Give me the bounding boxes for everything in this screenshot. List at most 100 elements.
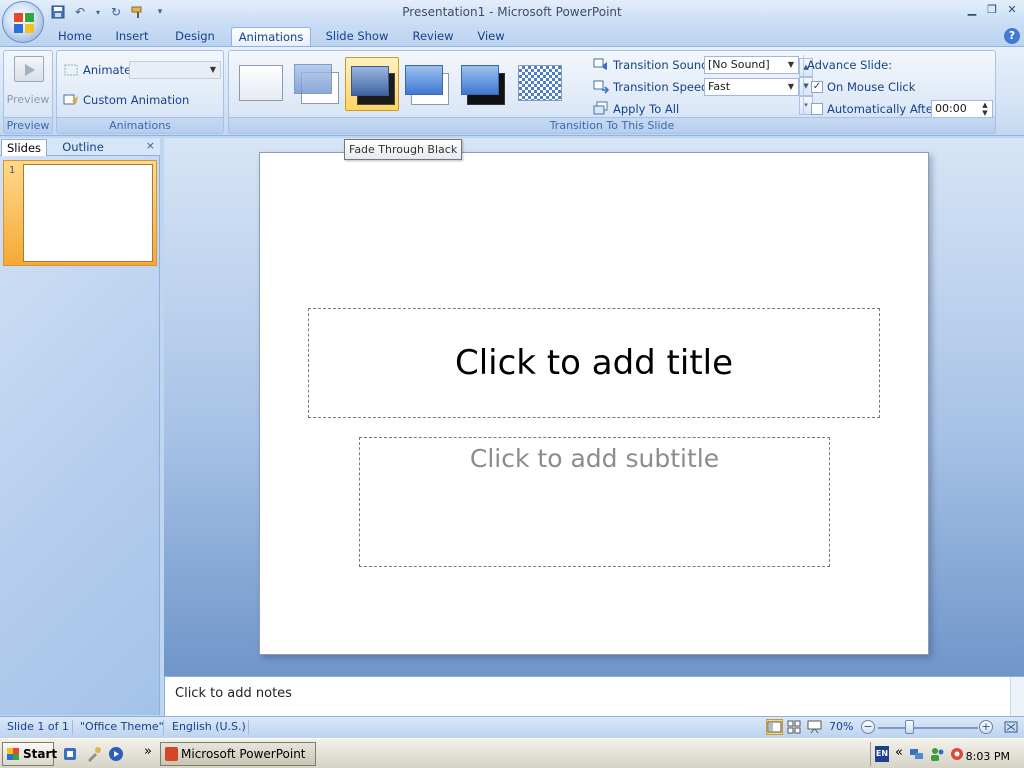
animate-select[interactable]: ▼ xyxy=(129,61,221,79)
language-indicator[interactable]: EN xyxy=(875,746,889,762)
transition-speed-select[interactable]: Fast ▼ xyxy=(704,78,799,96)
tab-home[interactable]: Home xyxy=(52,27,98,47)
office-button[interactable] xyxy=(2,1,44,43)
ribbon: Preview Preview Animate ▼ Custom Animati… xyxy=(0,46,1024,136)
tab-view[interactable]: View xyxy=(470,27,512,47)
tab-outline[interactable]: Outline xyxy=(55,139,111,156)
transition-speed-label-row: Transition Speed xyxy=(593,77,708,97)
title-placeholder[interactable]: Click to add title xyxy=(308,308,880,418)
automatically-after-time-input[interactable]: 00:00 ▲ ▼ xyxy=(931,100,993,118)
transition-speed-label: Transition Speed xyxy=(613,80,709,94)
on-mouse-click-label: On Mouse Click xyxy=(827,80,916,94)
preview-group-label: Preview xyxy=(4,117,52,133)
tab-insert[interactable]: Insert xyxy=(109,27,155,47)
tray-expand[interactable]: « xyxy=(895,745,903,760)
custom-animation-button[interactable]: Custom Animation xyxy=(63,90,189,110)
status-separator xyxy=(163,720,164,735)
automatically-after-label: Automatically After xyxy=(827,102,938,116)
slide-number: 1 xyxy=(9,165,16,176)
tab-slide-show[interactable]: Slide Show xyxy=(321,27,393,47)
transition-speed-value: Fast xyxy=(708,80,731,93)
transition-group-label: Transition To This Slide xyxy=(229,117,995,133)
subtitle-placeholder-text: Click to add subtitle xyxy=(469,444,720,473)
office-logo-icon xyxy=(14,13,34,33)
zoom-out-icon[interactable]: − xyxy=(861,720,875,734)
slide-show-view-icon[interactable] xyxy=(806,719,823,735)
notes-placeholder: Click to add notes xyxy=(175,686,292,701)
restore-icon[interactable]: ❐ xyxy=(984,2,1000,18)
transition-none-thumb[interactable] xyxy=(236,60,286,110)
transition-sound-value: [No Sound] xyxy=(708,58,770,71)
windows-taskbar: Start » Microsoft PowerPoint EN « 8:03 P… xyxy=(0,738,1024,768)
advance-slide-heading: Advance Slide: xyxy=(807,58,893,72)
transition-sound-label: Transition Sound xyxy=(613,58,709,72)
users-icon[interactable] xyxy=(929,746,945,762)
animate-control: Animate xyxy=(63,60,131,80)
slide-workspace: Click to add title Click to add subtitle xyxy=(164,138,1024,676)
normal-view-icon[interactable] xyxy=(766,719,783,735)
slide-thumbnail[interactable] xyxy=(23,164,153,262)
zoom-slider-thumb[interactable] xyxy=(905,720,914,734)
taskbar-item-powerpoint[interactable]: Microsoft PowerPoint xyxy=(160,742,316,766)
tab-slides[interactable]: Slides xyxy=(1,139,47,156)
transition-sound-select[interactable]: [No Sound] ▼ xyxy=(704,56,799,74)
slides-pane-tabs: Slides Outline × xyxy=(0,138,160,156)
quick-launch-tools-icon[interactable] xyxy=(86,746,102,762)
notes-pane[interactable]: Click to add notes xyxy=(164,676,1024,717)
zoom-slider[interactable] xyxy=(878,727,978,729)
transition-dissolve-thumb[interactable] xyxy=(515,60,565,110)
tab-animations[interactable]: Animations xyxy=(231,27,311,47)
automatically-after-row: Automatically After xyxy=(811,99,938,119)
subtitle-placeholder[interactable]: Click to add subtitle xyxy=(359,437,830,567)
group-separator xyxy=(803,55,804,115)
tab-review[interactable]: Review xyxy=(406,27,460,47)
chevron-down-icon: ▼ xyxy=(787,82,795,91)
transition-sound-label-row: Transition Sound xyxy=(593,55,708,75)
media-player-icon[interactable] xyxy=(108,746,124,762)
preview-label: Preview xyxy=(6,93,50,106)
window-controls: ▁ ❐ ✕ xyxy=(964,2,1020,18)
animate-icon xyxy=(63,62,79,78)
custom-animation-label: Custom Animation xyxy=(83,93,190,107)
preview-icon xyxy=(14,56,44,82)
close-icon[interactable]: ✕ xyxy=(1004,2,1020,18)
transition-cut-through-black-thumb[interactable] xyxy=(458,60,508,110)
messenger-icon[interactable] xyxy=(949,746,965,762)
chevron-down-icon: ▼ xyxy=(787,60,795,69)
window-title: Presentation1 - Microsoft PowerPoint xyxy=(402,5,622,19)
notes-scrollbar[interactable] xyxy=(1010,677,1024,717)
quick-launch-more[interactable]: » xyxy=(144,744,152,759)
fit-to-window-icon[interactable] xyxy=(1002,719,1020,735)
transition-fade-smoothly-thumb[interactable] xyxy=(292,60,342,110)
automatically-after-time-value: 00:00 xyxy=(935,102,967,115)
preview-button[interactable]: Preview xyxy=(4,51,52,111)
title-bar: ↶ ▾ ↻ ▾ Presentation1 - Microsoft PowerP… xyxy=(0,0,1024,24)
slide-sorter-view-icon[interactable] xyxy=(786,719,803,735)
close-icon[interactable]: × xyxy=(146,139,155,152)
system-tray: EN « 8:03 PM xyxy=(870,742,1024,766)
zoom-in-icon[interactable]: + xyxy=(979,720,993,734)
zoom-level[interactable]: 70% xyxy=(829,720,853,733)
minimize-icon[interactable]: ▁ xyxy=(964,2,980,18)
status-separator xyxy=(72,720,73,735)
language[interactable]: English (U.S.) xyxy=(172,720,246,733)
slide-thumbnail-item[interactable]: 1 xyxy=(3,160,157,266)
apply-to-all-button[interactable]: Apply To All xyxy=(593,99,679,119)
transition-cut-thumb[interactable] xyxy=(402,60,452,110)
tab-design[interactable]: Design xyxy=(168,27,222,47)
help-icon[interactable]: ? xyxy=(1004,28,1020,44)
quick-launch-app-icon[interactable] xyxy=(62,746,78,762)
status-bar: Slide 1 of 1 "Office Theme" English (U.S… xyxy=(0,716,1024,738)
transition-fade-through-black-thumb[interactable] xyxy=(345,57,399,111)
spinner-icon[interactable]: ▲ ▼ xyxy=(978,101,992,117)
animations-group: Animate ▼ Custom Animation Animations xyxy=(56,50,224,134)
tooltip: Fade Through Black xyxy=(344,139,463,160)
network-icon[interactable] xyxy=(909,746,925,762)
on-mouse-click-checkbox[interactable]: ✓ xyxy=(811,81,823,93)
chevron-down-icon: ▼ xyxy=(209,65,217,74)
automatically-after-checkbox[interactable] xyxy=(811,103,823,115)
sound-icon xyxy=(593,57,609,73)
slide-canvas[interactable]: Click to add title Click to add subtitle xyxy=(259,152,929,655)
start-button[interactable]: Start xyxy=(2,742,57,766)
transition-group: ▲ ▼ ▾ Transition Sound [No Sound] ▼ Tran… xyxy=(228,50,996,134)
